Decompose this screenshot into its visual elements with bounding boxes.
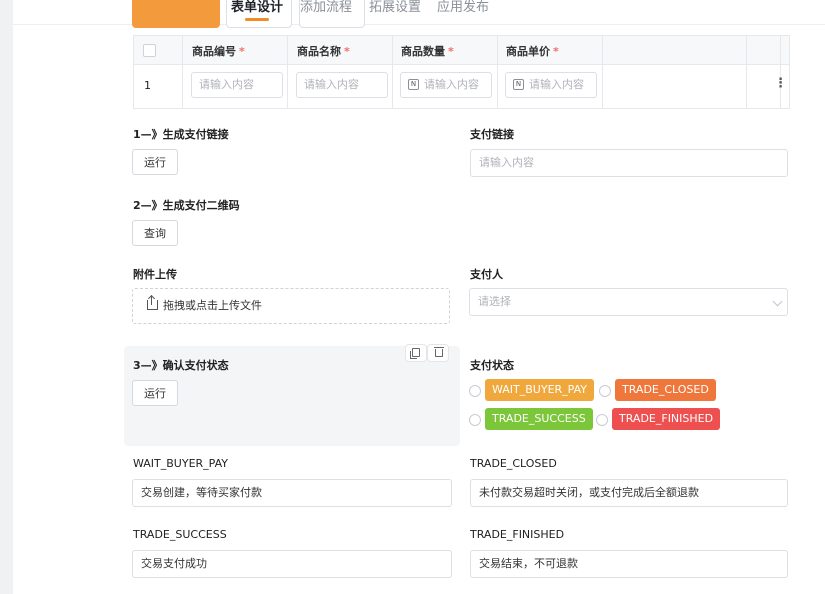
tab-extend-settings[interactable]: 拓展设置 (369, 0, 421, 15)
column-divider (182, 36, 183, 108)
step3-label: 3—》确认支付状态 (133, 359, 229, 372)
run-button[interactable]: 运行 (132, 149, 178, 175)
form-designer-panel: 表单设计 添加流程 拓展设置 应用发布 商品编号 * 商品名称 * 商品数量 * 商品… (13, 0, 825, 594)
trade-finished-label: TRADE_FINISHED (470, 528, 565, 541)
tag-wait-buyer-pay[interactable]: WAIT_BUYER_PAY (485, 379, 594, 401)
wait-buyer-pay-input[interactable]: 交易创建，等待买家付款 (132, 479, 452, 507)
upload-icon (147, 296, 158, 310)
column-divider (602, 36, 603, 108)
pay-status-label: 支付状态 (470, 359, 514, 372)
chevron-down-icon (772, 296, 783, 307)
goods-price-input[interactable]: N 请输入内容 (505, 72, 597, 98)
primary-action-button[interactable] (132, 0, 220, 28)
trade-success-label: TRADE_SUCCESS (133, 528, 227, 541)
pay-link-label: 支付链接 (470, 128, 514, 141)
goods-code-input[interactable]: 请输入内容 (191, 72, 283, 98)
goods-name-input[interactable]: 请输入内容 (296, 72, 388, 98)
number-icon: N (408, 78, 419, 90)
attachment-label: 附件上传 (133, 268, 177, 281)
column-header-goods-name: 商品名称 * (297, 45, 350, 58)
trash-icon (434, 347, 444, 357)
number-icon: N (513, 78, 524, 90)
radio-trade-success[interactable] (469, 414, 481, 426)
tab-app-publish[interactable]: 应用发布 (437, 0, 489, 15)
tab-form-design[interactable]: 表单设计 (231, 0, 283, 21)
column-divider (497, 36, 498, 108)
column-divider (287, 36, 288, 108)
copy-field-button[interactable] (406, 345, 426, 361)
run-status-button[interactable]: 运行 (132, 380, 178, 406)
column-divider (746, 36, 747, 108)
copy-icon (410, 348, 420, 359)
column-header-goods-code: 商品编号 * (192, 45, 245, 58)
tag-trade-finished[interactable]: TRADE_FINISHED (612, 408, 721, 430)
select-all-checkbox[interactable] (143, 44, 156, 57)
radio-trade-closed[interactable] (599, 385, 611, 397)
upload-dropzone[interactable]: 拖拽或点击上传文件 (132, 288, 450, 324)
goods-quantity-input[interactable]: N 请输入内容 (400, 72, 492, 98)
payer-select[interactable]: 请选择 (469, 288, 788, 316)
trade-closed-input[interactable]: 未付款交易超时关闭，或支付完成后全额退款 (470, 479, 788, 507)
goods-subtable: 商品编号 * 商品名称 * 商品数量 * 商品单价 * 1 请输入内容 请输入内容 N请… (133, 35, 790, 109)
column-header-goods-price: 商品单价 * (506, 45, 559, 58)
row-index: 1 (144, 79, 151, 92)
column-divider (392, 36, 393, 108)
query-button[interactable]: 查询 (132, 220, 178, 246)
tag-trade-success[interactable]: TRADE_SUCCESS (485, 408, 593, 430)
payer-label: 支付人 (470, 268, 503, 281)
column-divider (780, 36, 781, 108)
top-nav: 表单设计 添加流程 拓展设置 应用发布 (13, 0, 825, 28)
pay-link-input[interactable]: 请输入内容 (470, 149, 788, 177)
trade-success-input[interactable]: 交易支付成功 (132, 550, 452, 578)
radio-wait-buyer-pay[interactable] (469, 385, 481, 397)
column-header-goods-quantity: 商品数量 * (401, 45, 454, 58)
trade-finished-input[interactable]: 交易结束，不可退款 (470, 550, 788, 578)
tab-add-process[interactable]: 添加流程 (300, 0, 352, 15)
tag-trade-closed[interactable]: TRADE_CLOSED (615, 379, 716, 401)
radio-trade-finished[interactable] (596, 414, 608, 426)
step2-label: 2—》生成支付二维码 (133, 199, 240, 212)
left-gutter (0, 0, 14, 594)
trade-closed-label: TRADE_CLOSED (470, 457, 557, 470)
table-header: 商品编号 * 商品名称 * 商品数量 * 商品单价 * (134, 36, 789, 65)
step1-label: 1—》生成支付链接 (133, 128, 229, 141)
row-menu-icon[interactable]: ⋮ (774, 76, 787, 91)
wait-buyer-pay-label: WAIT_BUYER_PAY (133, 457, 228, 470)
delete-field-button[interactable] (428, 345, 448, 361)
